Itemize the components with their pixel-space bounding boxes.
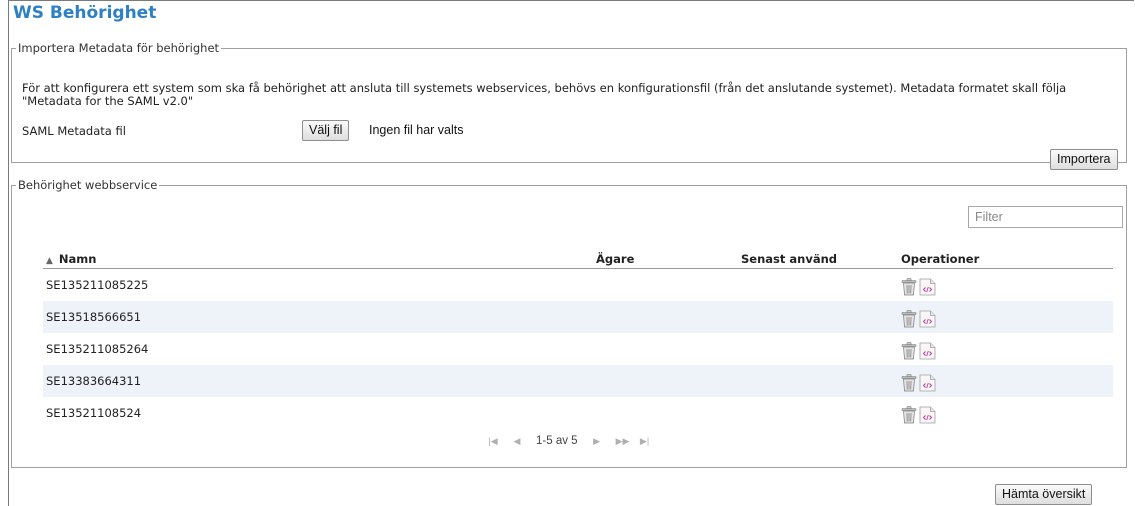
row-last-used [738, 269, 898, 302]
code-document-icon[interactable] [919, 374, 936, 392]
pagination-label: 1-5 av 5 [536, 435, 578, 447]
column-header-name[interactable]: ▲ Namn [43, 249, 593, 269]
webservice-table: ▲ Namn Ägare Senast använd Operationer SE… [43, 249, 1113, 429]
import-button[interactable]: Importera [1050, 149, 1118, 170]
import-description: För att konfigurera ett system som ska f… [22, 81, 1067, 108]
row-owner [593, 269, 738, 302]
row-last-used [738, 301, 898, 333]
choose-file-button[interactable]: Välj fil [302, 120, 350, 141]
page-frame: WS Behörighet Importera Metadata för beh… [8, 0, 1134, 506]
code-document-icon[interactable] [919, 342, 936, 360]
sort-asc-icon: ▲ [46, 255, 53, 266]
row-name: SE13383664311 [43, 365, 593, 397]
saml-metadata-label: SAML Metadata fil [22, 124, 126, 138]
code-document-icon[interactable] [919, 310, 936, 328]
row-operations [898, 333, 1113, 365]
page-title: WS Behörighet [13, 3, 157, 23]
table-row: SE13383664311 [43, 365, 1113, 397]
code-document-icon[interactable] [919, 406, 936, 424]
row-owner [593, 333, 738, 365]
row-operations [898, 301, 1113, 333]
import-metadata-section: Importera Metadata för behörighet För at… [11, 41, 1127, 170]
table-header-row: ▲ Namn Ägare Senast använd Operationer [43, 249, 1113, 269]
fetch-overview-button[interactable]: Hämta översikt [995, 484, 1093, 505]
trash-icon[interactable] [901, 373, 917, 392]
row-owner [593, 365, 738, 397]
row-name: SE13518566651 [43, 301, 593, 333]
table-row: SE135211085225 [43, 269, 1113, 302]
filter-input[interactable] [968, 206, 1123, 228]
table-row: SE13518566651 [43, 301, 1113, 333]
row-name: SE135211085264 [46, 342, 149, 356]
pagination: |◀ ◀ 1-5 av 5 ▶ ▶▶ ▶| [488, 435, 650, 447]
code-document-icon[interactable] [919, 278, 936, 296]
fast-forward-icon[interactable]: ▶▶ [616, 436, 630, 446]
column-header-operations: Operationer [898, 249, 1113, 269]
column-header-last-used[interactable]: Senast använd [738, 249, 898, 269]
trash-icon[interactable] [901, 341, 917, 360]
table-row: SE135211085264 [43, 333, 1113, 365]
row-operations [898, 365, 1113, 397]
row-owner [593, 397, 738, 429]
column-header-owner[interactable]: Ägare [593, 249, 738, 269]
prev-page-icon[interactable]: ◀ [512, 436, 522, 446]
webservice-permissions-section: Behörighet webbservice ▲ Namn Ägare Senas… [11, 178, 1127, 468]
row-owner [593, 301, 738, 333]
row-name: SE13521108524 [46, 406, 142, 420]
trash-icon[interactable] [901, 309, 917, 328]
last-page-icon[interactable]: ▶| [640, 436, 650, 446]
no-file-chosen-text: Ingen fil har valts [369, 123, 464, 137]
row-last-used [738, 397, 898, 429]
row-last-used [738, 333, 898, 365]
ws-section-legend: Behörighet webbservice [18, 178, 158, 192]
table-row: SE13521108524 [43, 397, 1113, 429]
first-page-icon[interactable]: |◀ [488, 436, 498, 446]
row-operations [898, 397, 1113, 429]
row-name: SE135211085225 [46, 278, 149, 292]
column-header-name-label: Namn [58, 251, 97, 266]
trash-icon[interactable] [901, 277, 917, 296]
table-body: SE135211085225 SE13518566651 SE135211085… [43, 269, 1113, 430]
row-last-used [738, 365, 898, 397]
import-section-legend: Importera Metadata för behörighet [18, 41, 220, 55]
next-page-icon[interactable]: ▶ [592, 436, 602, 446]
trash-icon[interactable] [901, 405, 917, 424]
row-operations [898, 269, 1113, 302]
